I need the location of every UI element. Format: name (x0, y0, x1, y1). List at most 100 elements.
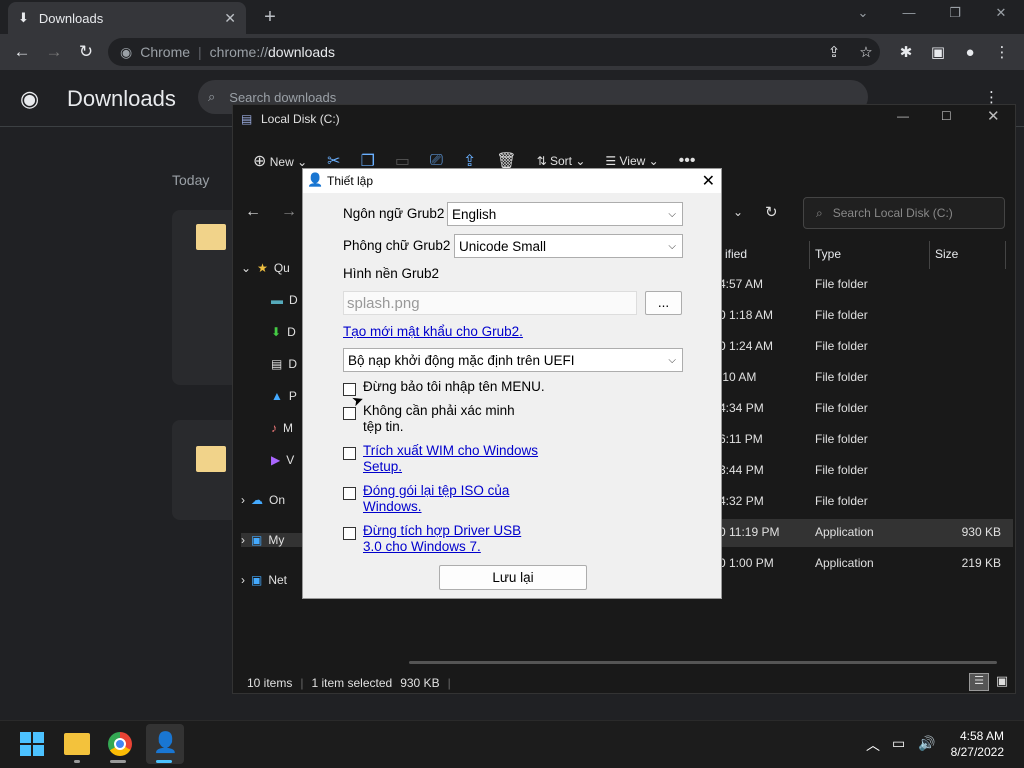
computer-icon: ▣ (251, 533, 263, 547)
option-label-line: Windows. (363, 499, 422, 514)
close-window-button[interactable]: ✕ (986, 5, 1016, 25)
browse-button[interactable]: ... (645, 291, 682, 315)
app-taskbar-icon: 👤 (153, 732, 178, 754)
chevron-right-icon: › (241, 573, 245, 587)
minimize-button[interactable]: — (897, 109, 909, 123)
status-divider: | (300, 676, 304, 690)
address-dropdown-icon[interactable]: ⌄ (733, 205, 743, 219)
row-date: :10 AM (719, 370, 757, 384)
clock-time: 4:58 AM (959, 729, 1004, 743)
view-button[interactable]: ☰ View ⌄ (605, 154, 658, 168)
nav-quick-access[interactable]: ⌄ ★ Qu (241, 261, 290, 275)
explorer-search[interactable]: ⌕ Search Local Disk (C:) (803, 197, 1005, 229)
refresh-icon[interactable]: ↻ (765, 203, 778, 221)
sort-label: Sort (549, 154, 572, 168)
nav-videos[interactable]: ▶ V (271, 453, 294, 467)
back-icon[interactable]: ← (245, 203, 261, 221)
background-input[interactable]: splash.png (343, 291, 637, 315)
dialog-close-button[interactable]: ✕ (702, 171, 715, 191)
url-host: Chrome (140, 44, 191, 60)
running-indicator (74, 760, 80, 763)
language-select[interactable]: English ⌵ (447, 202, 683, 226)
save-button[interactable]: Lưu lại (439, 565, 587, 590)
nav-label: D (289, 293, 298, 307)
close-button[interactable]: ✕ (987, 107, 1000, 125)
nav-onedrive[interactable]: › ☁ On (241, 493, 285, 507)
option-checkbox[interactable] (343, 447, 356, 460)
search-icon: ⌕ (816, 205, 823, 220)
download-icon: ⬇ (18, 10, 29, 25)
column-date-modified[interactable]: ified (725, 247, 747, 261)
option-label[interactable]: Đừng tích hợp Driver USB 3.0 cho Windows … (363, 523, 521, 555)
option-checkbox[interactable] (343, 527, 356, 540)
share-icon[interactable]: ⇪ (824, 43, 844, 63)
search-placeholder: Search downloads (229, 89, 337, 105)
nav-desktop[interactable]: ▬ D (271, 293, 298, 307)
dialog-titlebar: 👤 Thiết lập (303, 169, 721, 193)
new-label: New (269, 155, 294, 169)
nav-this-pc[interactable]: › ▣ My (241, 533, 303, 547)
bookmark-star-icon[interactable]: ☆ (856, 43, 876, 63)
nav-label: D (287, 325, 296, 339)
tab-close-icon[interactable]: ✕ (224, 10, 236, 27)
nav-documents[interactable]: ▤ D (271, 357, 297, 371)
row-type: File folder (815, 432, 868, 446)
horizontal-scrollbar[interactable] (409, 661, 997, 664)
side-panel-icon[interactable]: ▣ (928, 43, 948, 63)
start-button[interactable] (20, 732, 44, 756)
network-icon[interactable]: ▭ (892, 735, 905, 752)
option-checkbox[interactable] (343, 487, 356, 500)
volume-icon[interactable]: 🔊 (918, 735, 935, 752)
tab-search-icon[interactable]: ⌄ (848, 5, 878, 25)
nav-pictures[interactable]: ▲ P (271, 389, 297, 403)
forward-icon[interactable]: → (42, 41, 66, 63)
nav-label: P (288, 389, 297, 403)
nav-network[interactable]: › ▣ Net (241, 573, 287, 587)
row-type: File folder (815, 494, 868, 508)
option-label[interactable]: Trích xuất WIM cho Windows Setup. (363, 443, 538, 475)
profile-icon[interactable]: ● (960, 43, 980, 63)
column-type[interactable]: Type (815, 247, 841, 261)
sort-button[interactable]: ⇅ Sort ⌄ (537, 154, 586, 168)
nav-music[interactable]: ♪ M (271, 421, 293, 435)
column-size[interactable]: Size (935, 247, 958, 261)
tab-downloads[interactable]: ⬇ Downloads ✕ (8, 2, 246, 34)
font-select[interactable]: Unicode Small ⌵ (454, 234, 683, 258)
minimize-button[interactable]: — (894, 5, 924, 25)
file-explorer-taskbar-icon[interactable] (64, 733, 90, 755)
create-password-link[interactable]: Tạo mới mật khẩu cho Grub2. (343, 324, 523, 339)
chevron-up-icon[interactable]: ︿ (866, 735, 880, 755)
option-label[interactable]: Đóng gói lại tệp ISO của Windows. (363, 483, 509, 515)
new-button[interactable]: ⊕ New ⌄ (253, 151, 307, 171)
drive-icon: ▤ (241, 112, 253, 126)
row-type: File folder (815, 308, 868, 322)
video-icon: ▶ (271, 453, 281, 467)
item-count: 10 items (247, 676, 293, 690)
restore-button[interactable]: ❐ (940, 5, 970, 25)
music-icon: ♪ (271, 421, 277, 435)
cloud-icon: ☁ (251, 493, 263, 507)
option-label: Không cần phải xác minh tệp tin. (363, 403, 515, 435)
details-view-icon[interactable]: ☰ (969, 673, 989, 691)
tiles-view-icon[interactable]: ▣ (993, 673, 1011, 691)
back-icon[interactable]: ← (10, 41, 34, 63)
new-tab-button[interactable]: + (258, 6, 282, 28)
uefi-loader-select[interactable]: Bộ nạp khởi động mặc định trên UEFI ⌵ (343, 348, 683, 372)
nav-downloads[interactable]: ⬇ D (271, 325, 296, 339)
file-icon (196, 446, 226, 472)
menu-icon[interactable]: ⋮ (992, 43, 1012, 63)
row-type: File folder (815, 339, 868, 353)
address-bar[interactable]: ◉ Chrome | chrome://downloads (108, 38, 880, 66)
extensions-icon[interactable]: ✱ (896, 43, 916, 63)
nav-label: Qu (273, 261, 290, 275)
clock[interactable]: 4:58 AM 8/27/2022 (951, 728, 1004, 760)
chrome-logo-icon: ◉ (20, 86, 40, 111)
maximize-button[interactable]: ☐ (941, 109, 952, 123)
row-date: 4:34 PM (719, 401, 764, 415)
app-icon: 👤 (307, 172, 324, 187)
network-icon: ▣ (251, 573, 263, 587)
running-indicator (110, 760, 126, 763)
picture-icon: ▲ (271, 389, 283, 403)
reload-icon[interactable]: ↻ (74, 41, 98, 63)
forward-icon[interactable]: → (281, 203, 297, 221)
